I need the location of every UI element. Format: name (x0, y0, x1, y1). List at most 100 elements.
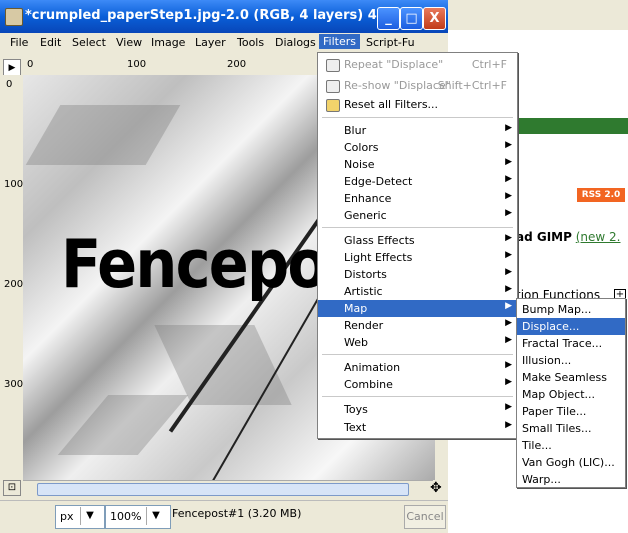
submenu-item-tile[interactable]: Tile... (517, 437, 625, 454)
unit-dropdown-icon[interactable]: ▼ (80, 507, 99, 525)
submenu-item-van-gogh[interactable]: Van Gogh (LIC)... (517, 454, 625, 471)
menu-item-label: Toys (344, 403, 368, 416)
filters-menu: Repeat "Displace" Ctrl+F Re-show "Displa… (317, 52, 518, 439)
zoom-dropdown-icon[interactable]: ▼ (146, 507, 165, 525)
title-bar[interactable]: *crumpled_paperStep1.jpg-2.0 (RGB, 4 lay… (0, 0, 448, 33)
zoom-value: 100% (110, 510, 142, 523)
menu-separator (322, 227, 513, 228)
ruler-tick-label: 0 (27, 59, 34, 70)
menu-item-distorts[interactable]: Distorts ▶ (318, 266, 517, 283)
download-gimp-text: ad GIMP (516, 230, 572, 244)
scrollbar-thumb[interactable] (37, 483, 409, 496)
menu-item-label: Render (344, 319, 384, 332)
submenu-item-fractal-trace[interactable]: Fractal Trace... (517, 335, 625, 352)
cancel-button[interactable]: Cancel (404, 505, 446, 529)
menu-item-label: Enhance (344, 192, 392, 205)
menu-item-label: Repeat "Displace" (344, 58, 444, 71)
menu-item-label: Colors (344, 141, 379, 154)
unit-value: px (60, 510, 74, 523)
menu-select[interactable]: Select (72, 36, 106, 49)
ruler-tick-label: 100 (4, 179, 24, 190)
menu-item-label: Displace... (522, 320, 580, 333)
gimp-app-icon (5, 8, 23, 26)
menu-item-blur[interactable]: Blur ▶ (318, 122, 517, 139)
submenu-item-illusion[interactable]: Illusion... (517, 352, 625, 369)
menu-tools[interactable]: Tools (237, 36, 264, 49)
menu-item-map[interactable]: Map ▶ (318, 300, 517, 317)
submenu-arrow-icon: ▶ (505, 420, 512, 430)
submenu-item-displace[interactable]: Displace... (517, 318, 625, 335)
paper-facet (154, 325, 292, 405)
menu-item-animation[interactable]: Animation ▶ (318, 359, 517, 376)
menu-item-edge-detect[interactable]: Edge-Detect ▶ (318, 173, 517, 190)
submenu-item-paper-tile[interactable]: Paper Tile... (517, 403, 625, 420)
menu-item-noise[interactable]: Noise ▶ (318, 156, 517, 173)
menu-item-label: Animation (344, 361, 401, 374)
ruler-tick-label: 0 (6, 79, 13, 90)
vertical-ruler[interactable]: 0 100 200 300 (0, 75, 24, 480)
menu-item-label: Edge-Detect (344, 175, 413, 188)
submenu-item-make-seamless[interactable]: Make Seamless (517, 369, 625, 386)
menu-item-label: Small Tiles... (522, 422, 592, 435)
menu-layer[interactable]: Layer (195, 36, 226, 49)
menu-item-label: Map (344, 302, 368, 315)
minimize-button[interactable]: _ (377, 7, 400, 30)
menu-edit[interactable]: Edit (40, 36, 61, 49)
navigate-icon[interactable]: ✥ (430, 480, 442, 496)
window-title: *crumpled_paperStep1.jpg-2.0 (RGB, 4 lay… (25, 8, 431, 23)
reset-icon (326, 99, 340, 112)
menu-item-label: Make Seamless (522, 371, 607, 384)
menu-item-label: Paper Tile... (522, 405, 587, 418)
menu-item-label: Illusion... (522, 354, 572, 367)
menu-item-combine[interactable]: Combine ▶ (318, 376, 517, 393)
menu-item-reshow-displace[interactable]: Re-show "Displace" Shift+Ctrl+F (318, 77, 517, 94)
submenu-arrow-icon: ▶ (505, 123, 512, 133)
menu-item-label: Bump Map... (522, 303, 592, 316)
menu-item-text[interactable]: Text ▶ (318, 419, 517, 436)
horizontal-scrollbar[interactable] (23, 480, 433, 496)
menu-item-colors[interactable]: Colors ▶ (318, 139, 517, 156)
menu-dialogs[interactable]: Dialogs (275, 36, 316, 49)
menu-item-light-effects[interactable]: Light Effects ▶ (318, 249, 517, 266)
menu-item-label: Noise (344, 158, 375, 171)
menu-item-label: Van Gogh (LIC)... (522, 456, 615, 469)
submenu-arrow-icon: ▶ (505, 208, 512, 218)
menu-item-glass-effects[interactable]: Glass Effects ▶ (318, 232, 517, 249)
close-button[interactable]: X (423, 7, 446, 30)
menu-image[interactable]: Image (151, 36, 185, 49)
submenu-arrow-icon: ▶ (505, 284, 512, 294)
repeat-icon (326, 59, 340, 72)
submenu-arrow-icon: ▶ (505, 377, 512, 387)
menu-view[interactable]: View (116, 36, 142, 49)
new-version-link[interactable]: (new 2. (576, 230, 621, 244)
submenu-item-map-object[interactable]: Map Object... (517, 386, 625, 403)
submenu-arrow-icon: ▶ (505, 267, 512, 277)
submenu-item-warp[interactable]: Warp... (517, 471, 625, 488)
menu-item-enhance[interactable]: Enhance ▶ (318, 190, 517, 207)
background-download-link[interactable]: ad GIMP (new 2. (516, 230, 621, 244)
paper-facet (57, 395, 189, 455)
menu-filters[interactable]: Filters (319, 34, 360, 49)
submenu-item-small-tiles[interactable]: Small Tiles... (517, 420, 625, 437)
menu-separator (322, 117, 513, 118)
menu-item-artistic[interactable]: Artistic ▶ (318, 283, 517, 300)
ruler-tick-label: 300 (4, 379, 24, 390)
menu-item-label: Re-show "Displace" (344, 79, 451, 92)
menu-item-web[interactable]: Web ▶ (318, 334, 517, 351)
status-bar: px ▼ 100% ▼ Fencepost#1 (3.20 MB) Cancel (0, 500, 448, 533)
submenu-item-bump-map[interactable]: Bump Map... (517, 301, 625, 318)
menu-bar: File Edit Select View Image Layer Tools … (0, 33, 448, 53)
menu-item-generic[interactable]: Generic ▶ (318, 207, 517, 224)
menu-item-label: Fractal Trace... (522, 337, 603, 350)
menu-script-fu[interactable]: Script-Fu (366, 36, 415, 49)
maximize-button[interactable]: □ (400, 7, 423, 30)
menu-item-render[interactable]: Render ▶ (318, 317, 517, 334)
menu-file[interactable]: File (10, 36, 28, 49)
menu-item-reset-all-filters[interactable]: Reset all Filters... (318, 96, 517, 113)
rss-badge[interactable]: RSS 2.0 (577, 188, 625, 202)
submenu-arrow-icon: ▶ (505, 318, 512, 328)
reshow-icon (326, 80, 340, 93)
menu-item-repeat-displace[interactable]: Repeat "Displace" Ctrl+F (318, 56, 517, 73)
menu-item-toys[interactable]: Toys ▶ (318, 401, 517, 418)
quick-mask-toggle[interactable]: ⊡ (3, 480, 21, 496)
